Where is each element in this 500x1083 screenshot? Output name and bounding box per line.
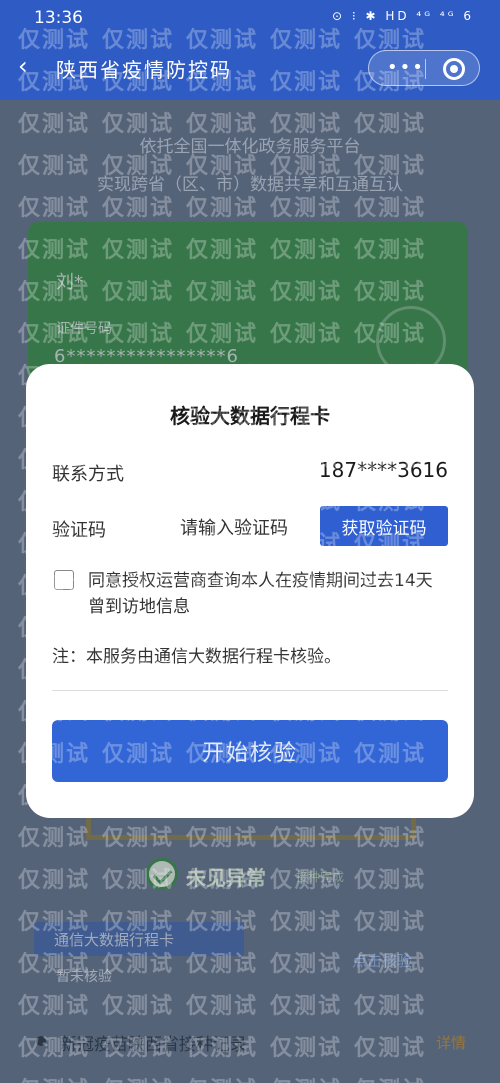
more-icon[interactable]: ••• (387, 57, 425, 78)
code-label: 验证码 (52, 520, 106, 541)
get-code-button[interactable]: 获取验证码 (320, 506, 448, 546)
phone-number: 187****3616 (318, 458, 448, 482)
contact-label: 联系方式 (52, 464, 124, 485)
close-target-icon[interactable] (443, 58, 465, 80)
status-time: 13:36 (34, 8, 83, 28)
service-note: 注：本服务由通信大数据行程卡核验。 (52, 647, 341, 667)
status-icons: ⊙ ⁝ ✱ HD ⁴ᴳ ⁴ᴳ 6 (331, 9, 474, 23)
back-icon[interactable]: ‹ (18, 52, 28, 80)
verification-code-input[interactable] (180, 512, 320, 544)
verify-dialog: 核验大数据行程卡 联系方式 187****3616 验证码 获取验证码 同意授权… (26, 364, 474, 818)
mini-program-capsule: ••• (368, 50, 480, 86)
divider (52, 690, 448, 691)
dialog-title: 核验大数据行程卡 (170, 404, 330, 428)
agree-checkbox[interactable] (54, 570, 74, 590)
status-bar: 13:36 ⊙ ⁝ ✱ HD ⁴ᴳ ⁴ᴳ 6 (0, 0, 500, 36)
page-title: 陕西省疫情防控码 (56, 58, 232, 82)
start-verify-button[interactable]: 开始核验 (52, 720, 448, 782)
agree-text: 同意授权运营商查询本人在疫情期间过去14天曾到访地信息 (88, 571, 433, 617)
nav-bar: ‹ 陕西省疫情防控码 ••• (0, 36, 500, 100)
capsule-divider (425, 59, 426, 79)
